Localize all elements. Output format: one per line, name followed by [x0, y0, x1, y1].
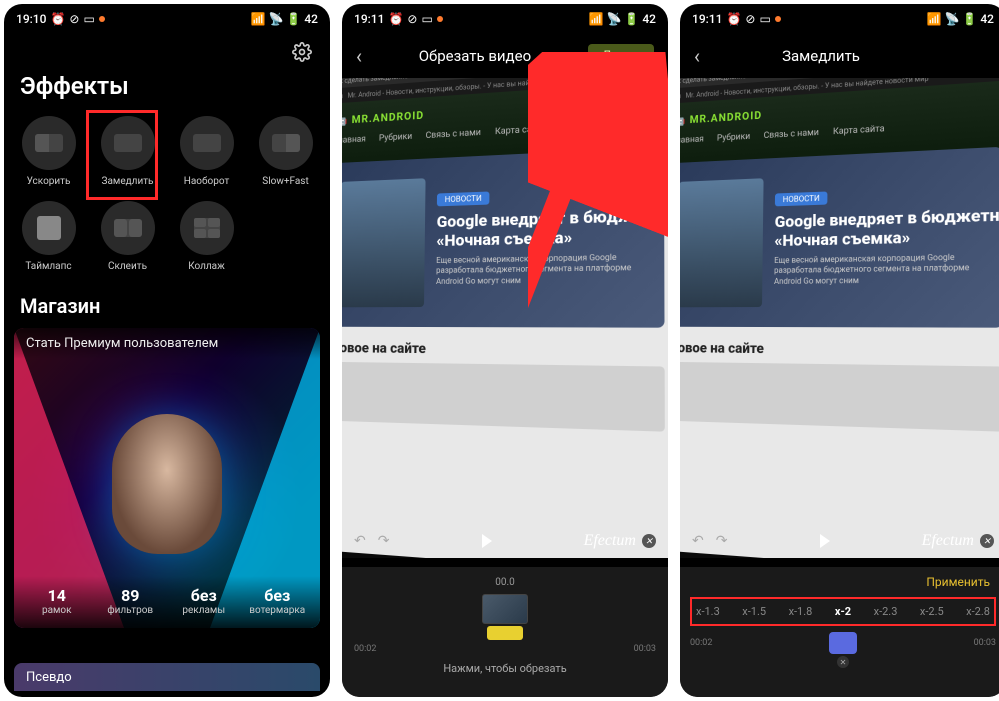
settings-icon[interactable]	[292, 42, 312, 62]
wifi-icon: 📡	[606, 12, 621, 26]
app-icon: ▭	[83, 12, 94, 26]
status-bar: 19:11 ⏰ ⊘ ▭ 📶 📡 🔋 42	[680, 4, 999, 34]
battery-icon: 🔋	[962, 12, 977, 26]
undo-icon[interactable]: ↶	[692, 533, 704, 549]
remove-watermark-icon[interactable]: ✕	[980, 534, 994, 548]
back-icon[interactable]: ‹	[356, 44, 362, 68]
video-preview[interactable]: Как сделать замедленное Как замедлить ви…	[680, 78, 999, 558]
hero-card: НОВОСТИ Google внедряет в бюджетн«Ночная…	[680, 147, 999, 328]
play-icon[interactable]	[482, 534, 492, 548]
trim-time-left: 00:02	[354, 644, 376, 654]
battery-pct: 42	[304, 12, 318, 26]
app-icon: ▭	[759, 12, 770, 26]
next-button[interactable]: Далее	[588, 44, 654, 69]
alarm-icon: ⏰	[50, 12, 65, 26]
speed-footer: Применить x-1.3 x-1.5 x-1.8 x-2 x-2.3 x-…	[680, 567, 999, 697]
slider-time-right: 00:03	[974, 638, 996, 648]
wifi-icon: 📡	[268, 12, 283, 26]
trim-playhead-time: 00.0	[354, 577, 656, 588]
slowdown-header: ‹ Замедлить	[680, 34, 999, 78]
effect-reverse[interactable]: Наоборот	[170, 112, 243, 191]
signal-icon: 📶	[927, 12, 942, 26]
stat-nowatermark: безвотермарка	[241, 586, 315, 616]
status-time: 19:11	[354, 12, 384, 26]
trim-range-bar[interactable]	[487, 626, 523, 640]
premium-stats: 14рамок 89фильтров безрекламы безвотерма…	[14, 576, 320, 628]
slider-handle[interactable]	[829, 632, 857, 654]
rec-dot-icon	[775, 16, 781, 22]
highlight-speeds	[690, 597, 996, 626]
alarm-icon: ⏰	[726, 12, 741, 26]
rec-dot-icon	[437, 16, 443, 22]
video-preview[interactable]: Как сделать замедленное Как замедлить ви…	[342, 78, 668, 558]
battery-icon: 🔋	[286, 12, 301, 26]
premium-banner: Стать Премиум пользователем	[14, 328, 320, 359]
trim-header: ‹ Обрезать видео Далее	[342, 34, 668, 78]
battery-pct: 42	[980, 12, 994, 26]
effect-collage[interactable]: Коллаж	[170, 197, 243, 276]
redo-icon[interactable]: ↷	[378, 533, 390, 549]
premium-card[interactable]: Стать Премиум пользователем 14рамок 89фи…	[14, 328, 320, 628]
watermark: Efectum ✕	[922, 532, 994, 550]
effect-slowdown[interactable]: Замедлить	[91, 112, 164, 191]
apply-button[interactable]: Применить	[690, 573, 996, 595]
dnd-icon: ⊘	[69, 12, 79, 26]
status-time: 19:11	[692, 12, 722, 26]
stat-filters: 89фильтров	[94, 586, 168, 616]
trim-title: Обрезать видео	[419, 47, 531, 65]
section-new: Новое на сайте	[680, 340, 999, 360]
pseudo-card[interactable]: Псевдо	[14, 663, 320, 691]
dnd-icon: ⊘	[745, 12, 755, 26]
phone-screen-trim: 19:11 ⏰ ⊘ ▭ 📶 📡 🔋 42 ‹ Обрезать видео Да…	[342, 4, 668, 697]
phone-screen-effects: 19:10 ⏰ ⊘ ▭ 📶 📡 🔋 42 Эффекты Ускорить За…	[4, 4, 330, 697]
battery-icon: 🔋	[624, 12, 639, 26]
trim-time-right: 00:03	[634, 644, 656, 654]
slowdown-title: Замедлить	[782, 47, 860, 65]
trim-footer: 00.0 00:02 00:03 Нажми, чтобы обрезать	[342, 567, 668, 697]
trim-hint: Нажми, чтобы обрезать	[354, 662, 656, 675]
hero-card: НОВОСТИ Google внедряет в бюджетн«Ночная…	[342, 147, 665, 328]
watermark: Efectum ✕	[584, 532, 656, 550]
wifi-icon: 📡	[944, 12, 959, 26]
speed-options: x-1.3 x-1.5 x-1.8 x-2 x-2.3 x-2.5 x-2.8	[690, 595, 996, 628]
back-icon[interactable]: ‹	[694, 44, 700, 68]
remove-watermark-icon[interactable]: ✕	[642, 534, 656, 548]
effect-slowfast[interactable]: Slow+Fast	[249, 112, 322, 191]
store-heading: Магазин	[4, 284, 330, 328]
stat-noads: безрекламы	[167, 586, 241, 616]
effects-grid: Ускорить Замедлить Наоборот Slow+Fast Та…	[4, 112, 330, 284]
redo-icon[interactable]: ↷	[716, 533, 728, 549]
speed-slider[interactable]: 00:02 ✕ 00:03	[690, 638, 996, 648]
effect-speedup[interactable]: Ускорить	[12, 112, 85, 191]
status-bar: 19:10 ⏰ ⊘ ▭ 📶 📡 🔋 42	[4, 4, 330, 34]
stat-frames: 14рамок	[20, 586, 94, 616]
effect-merge[interactable]: Склеить	[91, 197, 164, 276]
status-bar: 19:11 ⏰ ⊘ ▭ 📶 📡 🔋 42	[342, 4, 668, 34]
alarm-icon: ⏰	[388, 12, 403, 26]
slider-close-icon[interactable]: ✕	[837, 656, 849, 668]
signal-icon: 📶	[251, 12, 266, 26]
slider-time-left: 00:02	[690, 638, 712, 648]
dnd-icon: ⊘	[407, 12, 417, 26]
signal-icon: 📶	[589, 12, 604, 26]
effect-timelapse[interactable]: Таймлапс	[12, 197, 85, 276]
section-new: Новое на сайте	[342, 340, 665, 360]
undo-icon[interactable]: ↶	[354, 533, 366, 549]
rec-dot-icon	[99, 16, 105, 22]
play-icon[interactable]	[820, 534, 830, 548]
battery-pct: 42	[642, 12, 656, 26]
status-time: 19:10	[16, 12, 46, 26]
effects-heading: Эффекты	[4, 66, 330, 112]
app-icon: ▭	[421, 12, 432, 26]
phone-screen-slowdown: 19:11 ⏰ ⊘ ▭ 📶 📡 🔋 42 ‹ Замедлить Как сде…	[680, 4, 999, 697]
trim-thumbnail[interactable]	[482, 594, 528, 624]
